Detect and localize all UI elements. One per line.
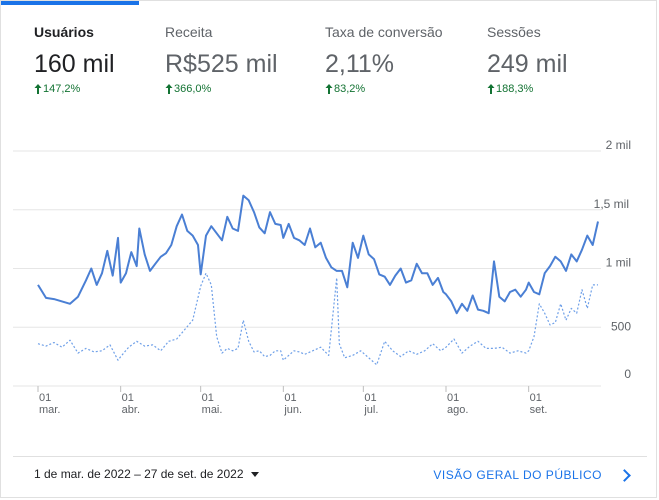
tab-conversion-rate[interactable]: Taxa de conversão 2,11% 83,2% [299,1,461,111]
audience-overview-link[interactable]: VISÃO GERAL DO PÚBLICO [433,468,631,482]
x-tick-month: ago. [447,404,468,416]
arrow-up-icon [165,84,173,94]
tab-users-value: 160 mil [34,50,115,78]
users-overview-card: Usuários 160 mil 147,2% Receita R$525 mi… [0,0,657,498]
tab-users-delta: 147,2% [34,83,80,95]
tab-sessions[interactable]: Sessões 249 mil 188,3% [461,1,621,111]
tab-conversion-rate-delta-value: 83,2% [334,83,366,95]
y-tick-label: 0 [624,367,631,381]
x-tick-month: abr. [122,404,140,416]
tab-conversion-rate-value: 2,11% [325,50,395,78]
arrow-up-icon [34,84,42,94]
tab-revenue-value: R$525 mil [165,50,278,78]
metric-tabs: Usuários 160 mil 147,2% Receita R$525 mi… [1,1,656,111]
tab-revenue[interactable]: Receita R$525 mil 366,0% [139,1,299,111]
tab-sessions-label: Sessões [487,24,541,40]
x-tick-month: set. [530,404,548,416]
tab-revenue-delta: 366,0% [165,83,211,95]
primary-series-line [37,194,599,315]
tab-sessions-value: 249 mil [487,50,568,78]
comparison-series-line [37,272,598,366]
date-range-label: 1 de mar. de 2022 – 27 de set. de 2022 [34,467,244,481]
y-tick-label: 1,5 mil [594,197,629,211]
active-tab-indicator [1,1,139,5]
x-tick-day: 01 [202,392,214,404]
x-tick-day: 01 [122,392,134,404]
tab-users-label: Usuários [34,24,94,40]
tab-revenue-delta-value: 366,0% [174,83,212,95]
arrow-up-icon [487,84,495,94]
y-tick-label: 2 mil [606,138,631,152]
footer-divider [13,456,647,457]
x-tick-day: 01 [284,392,296,404]
y-tick-label: 500 [611,319,631,333]
x-tick-month: jul. [363,404,378,416]
x-tick-month: mar. [39,404,60,416]
x-tick-day: 01 [530,392,542,404]
tab-conversion-rate-label: Taxa de conversão [325,24,443,40]
x-tick-day: 01 [39,392,51,404]
x-tick-month: mai. [202,404,223,416]
tab-revenue-label: Receita [165,24,213,40]
users-line-chart: 2 mil1,5 mil1 mil500001mar.01abr.01mai.0… [13,138,631,416]
tab-sessions-delta-value: 188,3% [496,83,534,95]
audience-overview-label: VISÃO GERAL DO PÚBLICO [433,468,602,482]
date-range-selector[interactable]: 1 de mar. de 2022 – 27 de set. de 2022 [34,467,259,481]
tab-users[interactable]: Usuários 160 mil 147,2% [1,1,139,111]
tab-conversion-rate-delta: 83,2% [325,83,365,95]
y-tick-label: 1 mil [606,256,631,270]
arrow-up-icon [325,84,333,94]
chevron-right-icon [618,468,631,482]
x-tick-month: jun. [283,404,302,416]
caret-down-icon [250,471,259,477]
tab-users-delta-value: 147,2% [43,83,81,95]
x-tick-day: 01 [364,392,376,404]
x-tick-day: 01 [447,392,459,404]
tab-sessions-delta: 188,3% [487,83,533,95]
